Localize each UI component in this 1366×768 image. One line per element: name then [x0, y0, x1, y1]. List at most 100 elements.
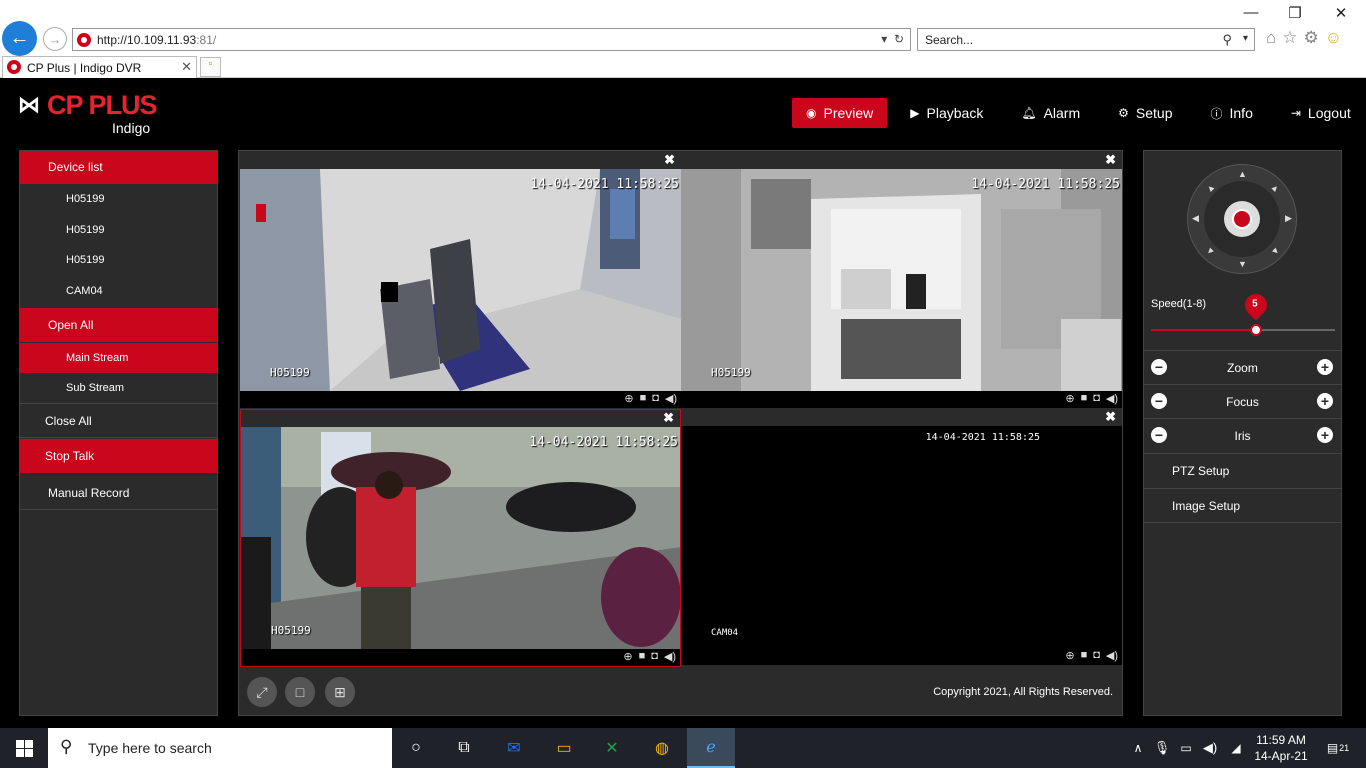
browser-search-box[interactable]: Search... ⚲ ▾ [917, 28, 1255, 51]
record-video-icon[interactable]: ■ [1081, 649, 1088, 662]
ptz-left-icon[interactable]: ◀ [1192, 213, 1199, 224]
minimize-button[interactable]: — [1236, 4, 1266, 21]
close-icon[interactable]: ✖ [663, 410, 674, 426]
device-item[interactable]: CAM04 [20, 276, 217, 307]
ptz-up-right-icon[interactable]: ▲ [1269, 181, 1282, 194]
close-icon[interactable]: ✖ [1105, 152, 1116, 168]
volume-icon[interactable]: ◀) [1200, 728, 1220, 768]
sub-stream-option[interactable]: Sub Stream [20, 373, 217, 404]
audio-icon[interactable]: ◀) [1106, 392, 1118, 405]
outlook-icon[interactable]: ✉ [490, 728, 538, 768]
restore-button[interactable]: ❐ [1280, 4, 1310, 22]
camera-feed[interactable]: 14-04-2021 11:58:25 H05199 [240, 169, 681, 391]
record-video-icon[interactable]: ■ [640, 392, 647, 405]
camera-tile-2[interactable]: ✖ 14-04-2021 11:58:25 H05199 ⊕ ■ ◘ ◀) [681, 152, 1122, 409]
tab-cp-plus[interactable]: CP Plus | Indigo DVR ✕ [2, 56, 197, 78]
iris-plus-icon[interactable]: + [1317, 427, 1333, 443]
ptz-center-button[interactable] [1224, 201, 1260, 237]
open-all-button[interactable]: Open All [20, 308, 217, 342]
device-list-header[interactable]: Device list [20, 151, 217, 184]
notifications-icon[interactable]: ▤ 21 [1318, 728, 1358, 768]
camera-tile-3[interactable]: ✖ 14-04-2021 11:58:25 H05199 ⊕ ■ ◘ ◀) [240, 409, 681, 667]
excel-icon[interactable]: ✕ [588, 728, 636, 768]
snapshot-camera-icon[interactable]: ◘ [1093, 649, 1100, 662]
speed-slider[interactable]: 5 [1151, 289, 1335, 336]
favorites-star-icon[interactable]: ☆ [1282, 28, 1297, 48]
close-icon[interactable]: ✖ [664, 152, 675, 168]
chevron-down-icon[interactable]: ▾ [1243, 33, 1248, 44]
show-hidden-icons-chevron-icon[interactable]: ∧ [1128, 728, 1148, 768]
device-item[interactable]: H05199 [20, 215, 217, 246]
snapshot-camera-icon[interactable]: ◘ [1093, 392, 1100, 405]
close-icon[interactable]: ✖ [1105, 409, 1116, 425]
zoom-in-icon[interactable]: + [1317, 359, 1333, 375]
taskbar-clock[interactable]: 11:59 AM 14-Apr-21 [1250, 732, 1312, 764]
dropdown-icon[interactable]: ▾ [881, 32, 887, 46]
start-button[interactable] [0, 728, 48, 768]
record-video-icon[interactable]: ■ [1081, 392, 1088, 405]
camera-tile-4[interactable]: ✖ 14-04-2021 11:58:25 CAM04 ⊕ ■ ◘ ◀) [681, 409, 1122, 667]
back-button[interactable]: ← [2, 21, 37, 56]
quad-view-icon[interactable]: ⊞ [325, 677, 355, 707]
audio-icon[interactable]: ◀) [664, 650, 676, 663]
zoom-icon[interactable]: ⊕ [1065, 649, 1074, 662]
image-setup-link[interactable]: Image Setup [1144, 488, 1341, 523]
snapshot-camera-icon[interactable]: ◘ [651, 650, 658, 663]
ptz-setup-link[interactable]: PTZ Setup [1144, 453, 1341, 488]
speed-slider-thumb[interactable] [1249, 324, 1262, 336]
taskbar-search-input[interactable]: Type here to search [88, 740, 212, 756]
nav-alarm[interactable]: 🔔︎ Alarm [1006, 98, 1095, 128]
battery-icon[interactable]: ▭ [1176, 728, 1196, 768]
gear-icon[interactable]: ⚙ [1304, 28, 1319, 48]
refresh-icon[interactable]: ↻ [894, 32, 904, 46]
cortana-icon[interactable]: ○ [392, 728, 440, 768]
tab-close-icon[interactable]: ✕ [181, 59, 192, 75]
snapshot-camera-icon[interactable]: ◘ [652, 392, 659, 405]
address-url[interactable]: http://10.109.11.93:81/ [97, 33, 216, 47]
new-tab-button[interactable]: ▫ [200, 57, 221, 77]
camera-feed[interactable]: 14-04-2021 11:58:25 CAM04 [681, 426, 1122, 648]
microphone-icon[interactable]: 🎙︎ [1152, 728, 1172, 768]
chrome-icon[interactable]: ◍ [638, 728, 686, 768]
zoom-icon[interactable]: ⊕ [623, 650, 632, 663]
single-view-icon[interactable]: □ [285, 677, 315, 707]
device-item[interactable]: H05199 [20, 245, 217, 276]
ptz-down-icon[interactable]: ▼ [1238, 259, 1247, 269]
nav-logout[interactable]: ⇥ Logout [1276, 98, 1366, 128]
internet-explorer-icon[interactable]: ℯ [687, 728, 735, 768]
home-icon[interactable]: ⌂ [1266, 28, 1276, 48]
address-bar[interactable]: http://10.109.11.93:81/ ▾ ↻ [72, 28, 911, 51]
device-item[interactable]: H05199 [20, 184, 217, 215]
camera-feed[interactable]: 14-04-2021 11:58:25 H05199 [241, 427, 680, 649]
browser-search-input[interactable]: Search... [925, 33, 973, 47]
search-icon[interactable]: ⚲ [1222, 32, 1232, 48]
ptz-down-right-icon[interactable]: ▼ [1269, 244, 1282, 257]
smiley-feedback-icon[interactable]: ☺ [1325, 28, 1342, 48]
camera-feed[interactable]: 14-04-2021 11:58:25 H05199 [681, 169, 1122, 391]
task-view-icon[interactable]: ⧉ [440, 728, 488, 768]
fullscreen-icon[interactable]: ⤢ [247, 677, 277, 707]
ptz-up-icon[interactable]: ▲ [1238, 169, 1247, 179]
audio-icon[interactable]: ◀) [665, 392, 677, 405]
main-stream-option[interactable]: Main Stream [20, 343, 217, 373]
nav-playback[interactable]: ▶ Playback [895, 98, 998, 128]
close-window-button[interactable]: ✕ [1326, 4, 1356, 22]
ptz-direction-pad[interactable]: ▲ ▼ ◀ ▶ ▲ ▲ ▼ ▼ [1187, 164, 1297, 274]
focus-plus-icon[interactable]: + [1317, 393, 1333, 409]
zoom-icon[interactable]: ⊕ [624, 392, 633, 405]
file-explorer-icon[interactable]: ▭ [540, 728, 588, 768]
record-video-icon[interactable]: ■ [639, 650, 646, 663]
nav-info[interactable]: ⓘ Info [1195, 98, 1267, 128]
zoom-icon[interactable]: ⊕ [1065, 392, 1074, 405]
taskbar-search-box[interactable]: ⚲ Type here to search [48, 728, 392, 768]
ptz-right-icon[interactable]: ▶ [1285, 213, 1292, 224]
camera-tile-1[interactable]: ✖ 14-04-2021 11:58:25 H05199 ⊕ ■ ◘ ◀) [240, 152, 681, 409]
nav-setup[interactable]: ⚙ Setup [1103, 98, 1187, 128]
close-all-button[interactable]: Close All [20, 404, 217, 438]
nav-preview[interactable]: ◉ Preview [792, 98, 888, 128]
forward-button[interactable]: → [43, 27, 67, 51]
manual-record-button[interactable]: Manual Record [20, 475, 217, 510]
network-icon[interactable]: ◢ [1226, 728, 1246, 768]
audio-icon[interactable]: ◀) [1106, 649, 1118, 662]
stop-talk-button[interactable]: Stop Talk [20, 439, 217, 473]
